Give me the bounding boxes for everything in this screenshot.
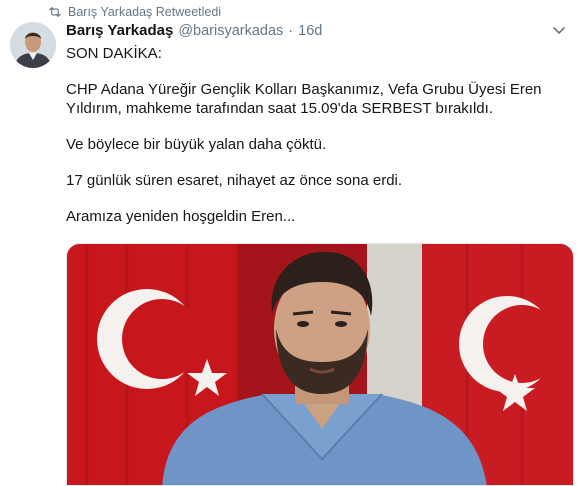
retweet-label: Barış Yarkadaş Retweetledi (68, 5, 222, 19)
tweet-line: Ve böylece bir büyük yalan daha çöktü. (66, 136, 327, 153)
author-name[interactable]: Barış Yarkadaş (66, 22, 173, 39)
retweet-icon (49, 7, 61, 17)
tweet-line: SON DAKİKA: (66, 45, 162, 62)
tweet-line: Yıldırım, mahkeme tarafından saat 15.09'… (66, 100, 493, 117)
tweet-header: Barış Yarkadaş @barisyarkadas · 16d (66, 22, 322, 42)
separator-dot: · (288, 23, 294, 39)
tweet-line: 17 günlük süren esaret, nihayet az önce … (66, 172, 403, 189)
tweet-age[interactable]: 16d (298, 23, 322, 39)
tweet-line: Aramıza yeniden hoşgeldin Eren... (66, 208, 296, 225)
tweet-text: SON DAKİKA: CHP Adana Yüreğir Gençlik Ko… (66, 44, 556, 226)
author-handle[interactable]: @barisyarkadas (178, 23, 283, 39)
chevron-down-icon[interactable] (550, 24, 568, 38)
retweet-context: Barış Yarkadaş Retweetledi (48, 4, 221, 20)
tweet-photo[interactable] (66, 243, 574, 486)
tweet-line: CHP Adana Yüreğir Gençlik Kolları Başkan… (66, 81, 542, 98)
author-avatar[interactable] (10, 22, 56, 68)
